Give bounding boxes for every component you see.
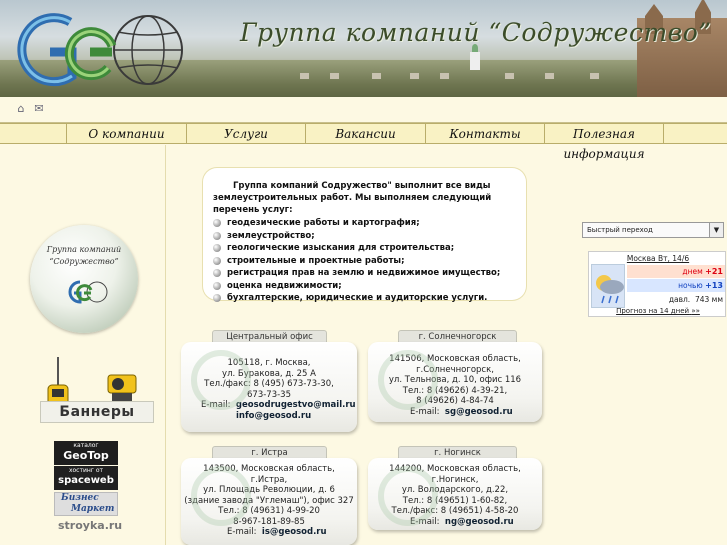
weather-pressure-value: 743 мм (694, 295, 723, 304)
office-card-istra: 143500, Московская область, г.Истра, ул.… (181, 458, 357, 545)
intro-text: Группа компаний Содружество" выполнит вс… (213, 181, 492, 215)
quick-jump-select[interactable]: Быстрый переход ▼ (582, 222, 724, 238)
header-banner: Группа компаний “Содружество” (0, 0, 727, 97)
nav-contacts[interactable]: Контакты (425, 124, 544, 144)
weather-night-row: ночью +13 (627, 279, 725, 292)
watermark-icon (378, 466, 438, 526)
chevron-down-icon[interactable]: ▼ (709, 223, 723, 237)
banners-heading: Баннеры (40, 401, 154, 423)
banner-spaceweb-caption: хостинг от (68, 467, 104, 474)
office-card-solnechnogorsk: 141506, Московская область, г.Солнечного… (368, 342, 542, 422)
office-email-row: E-mail: is@geosod.ru (181, 527, 357, 538)
mail-icon[interactable]: ✉ (32, 103, 46, 115)
office-card-central: 105118, г. Москва, ул. Буракова, д. 25 А… (181, 342, 357, 432)
weather-rain-icon (591, 264, 625, 308)
watermark-icon (191, 466, 251, 526)
email-label: E-mail: (227, 527, 257, 537)
weather-city-date[interactable]: Москва Вт, 14/6 (589, 254, 727, 263)
home-icon[interactable]: ⌂ (14, 103, 28, 115)
weather-forecast-link[interactable]: Прогноз на 14 дней »» (591, 307, 725, 315)
banner-spaceweb-name: spaceweb (58, 475, 114, 486)
site-title: Группа компаний “Содружество” (240, 18, 712, 47)
banner-geotop[interactable]: каталог GeoTop (54, 441, 118, 465)
service-item: оценка недвижимости; (213, 280, 516, 293)
weather-widget: Москва Вт, 14/6 днем +21 ночью +13 давл.… (588, 251, 726, 317)
services-list: геодезические работы и картография; земл… (213, 217, 516, 305)
quick-jump-label: Быстрый переход (587, 226, 653, 234)
email-link[interactable]: is@geosod.ru (262, 527, 327, 537)
weather-day-row: днем +21 (627, 265, 725, 278)
double-arrow-icon: »» (691, 307, 700, 315)
email-link[interactable]: ng@geosod.ru (445, 517, 514, 527)
church-graphic (470, 44, 480, 70)
email-link[interactable]: sg@geosod.ru (445, 407, 513, 417)
nav-services[interactable]: Услуги (186, 124, 305, 144)
banner-geotop-name: GeoTop (63, 449, 109, 462)
service-item: геологические изыскания для строительств… (213, 242, 516, 255)
left-column: Группа компаний “Содружество” Баннеры ка… (0, 145, 166, 545)
icon-bar: ⌂ ✉ (0, 97, 727, 123)
watermark-icon (191, 350, 251, 410)
service-item: строительные и проектные работы; (213, 255, 516, 268)
forecast-link-text: Прогноз на 14 дней (616, 307, 690, 315)
nav-useful-info[interactable]: Полезная информация (544, 124, 664, 161)
company-emblem[interactable]: Группа компаний “Содружество” (30, 225, 138, 333)
weather-pressure-row: давл. 743 мм (627, 293, 725, 306)
banner-spaceweb[interactable]: хостинг от spaceweb (54, 466, 118, 490)
office-email-row: info@geosod.ru (181, 411, 357, 422)
office-card-noginsk: 144200, Московская область, г.Ногинск, у… (368, 458, 542, 530)
watermark-icon (378, 350, 438, 410)
banner-stroyka[interactable]: stroyka.ru (58, 519, 122, 532)
weather-pressure-label: давл. (668, 295, 691, 304)
email-link[interactable]: geosodrugestvo@mail.ru (236, 400, 356, 410)
weather-day-temp: +21 (705, 267, 723, 276)
geo-logo[interactable] (8, 6, 183, 96)
service-item: регистрация прав на землю и недвижимое и… (213, 267, 516, 280)
banner-business-market[interactable]: Бизнес Маркет (54, 492, 118, 516)
weather-night-temp: +13 (705, 281, 723, 290)
emblem-line-2: “Содружество” (49, 257, 119, 266)
banner-market-line-1: Бизнес (61, 493, 99, 503)
emblem-geo-icon (68, 280, 108, 304)
intro-card: Группа компаний Содружество" выполнит вс… (203, 168, 526, 303)
main-nav: О компании Услуги Вакансии Контакты Поле… (0, 123, 727, 161)
weather-day-label: днем (682, 267, 703, 276)
service-item: бухгалтерские, юридические и аудиторские… (213, 292, 516, 305)
office-email-row: E-mail: sg@geosod.ru (368, 407, 542, 418)
nav-vacancies[interactable]: Вакансии (305, 124, 425, 144)
weather-night-label: ночью (678, 281, 703, 290)
emblem-line-1: Группа компаний (46, 245, 122, 254)
email-link[interactable]: info@geosod.ru (236, 411, 311, 421)
banner-market-line-2: Маркет (71, 504, 115, 514)
service-item: геодезические работы и картография; (213, 217, 516, 230)
nav-about[interactable]: О компании (66, 124, 186, 144)
service-item: землеустройство; (213, 230, 516, 243)
